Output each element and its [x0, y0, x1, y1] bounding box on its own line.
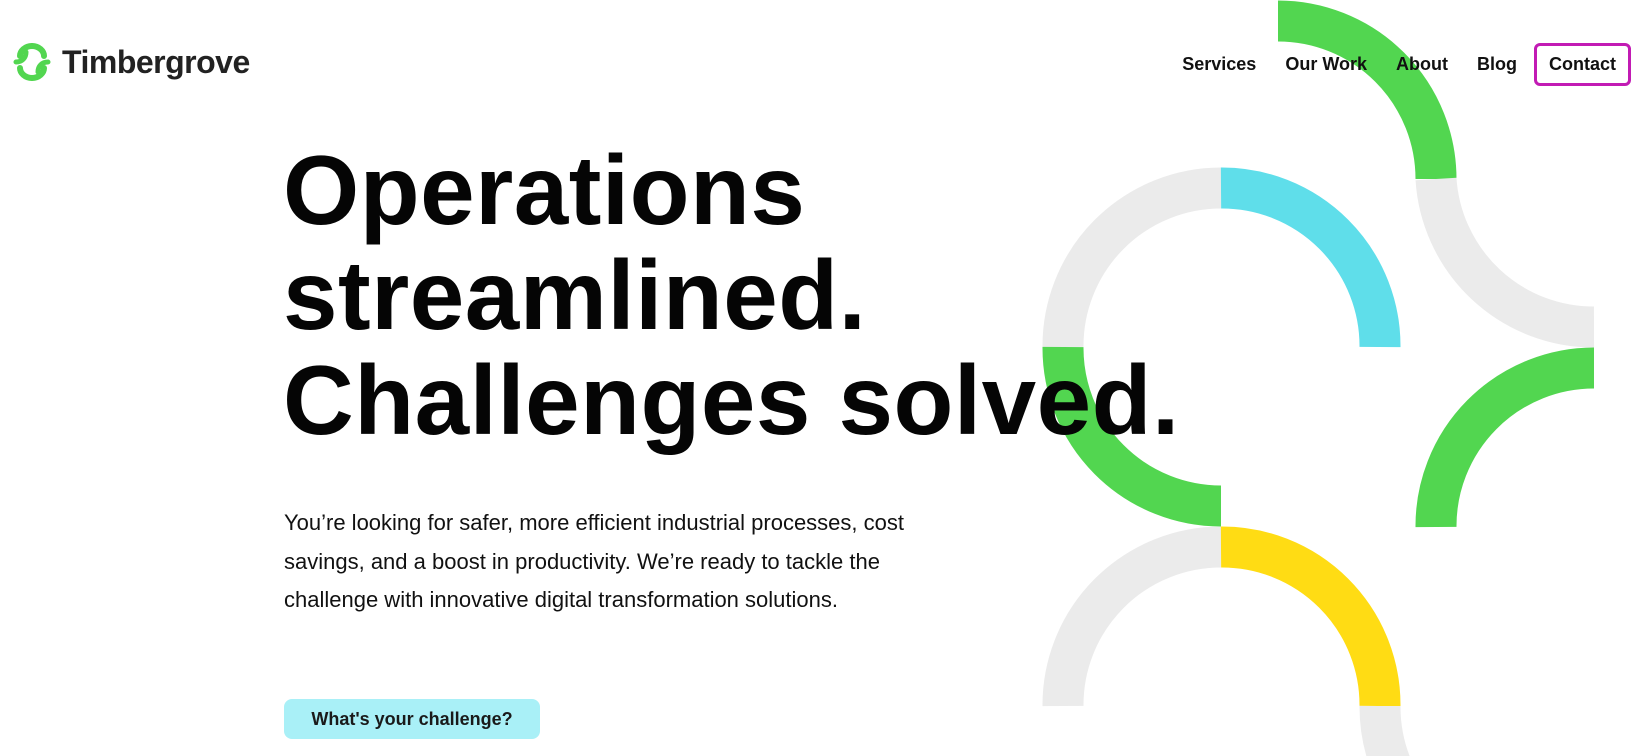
hero-headline: Operations streamlined. Challenges solve…: [283, 138, 1180, 453]
nav-link-blog[interactable]: Blog: [1477, 54, 1517, 75]
headline-line-3: Challenges solved.: [283, 345, 1180, 455]
page: Timbergrove Services Our Work About Blog…: [0, 0, 1645, 756]
headline-line-2: streamlined.: [283, 240, 867, 350]
timbergrove-mark-icon: [13, 43, 51, 81]
challenge-cta-button[interactable]: What's your challenge?: [284, 699, 540, 739]
hero-lede: You’re looking for safer, more efficient…: [284, 510, 904, 612]
main-nav: Services Our Work About Blog Contact: [1153, 43, 1631, 86]
hero: Operations streamlined. Challenges solve…: [283, 138, 1180, 453]
nav-link-our-work[interactable]: Our Work: [1285, 54, 1367, 75]
brand-name: Timbergrove: [62, 43, 250, 80]
brand-logo[interactable]: Timbergrove: [12, 42, 250, 82]
nav-link-services[interactable]: Services: [1182, 54, 1256, 75]
arc-yellow: [1220, 526, 1401, 707]
arc-gray-bottom-left: [1042, 526, 1222, 707]
arc-green-right: [1415, 347, 1595, 528]
arc-gray-bottom-right: [1359, 705, 1410, 756]
nav-link-about[interactable]: About: [1396, 54, 1448, 75]
arc-gray-right-top: [1415, 177, 1595, 348]
headline-line-1: Operations: [283, 135, 806, 245]
contact-button[interactable]: Contact: [1534, 43, 1631, 86]
arc-cyan: [1220, 167, 1401, 348]
